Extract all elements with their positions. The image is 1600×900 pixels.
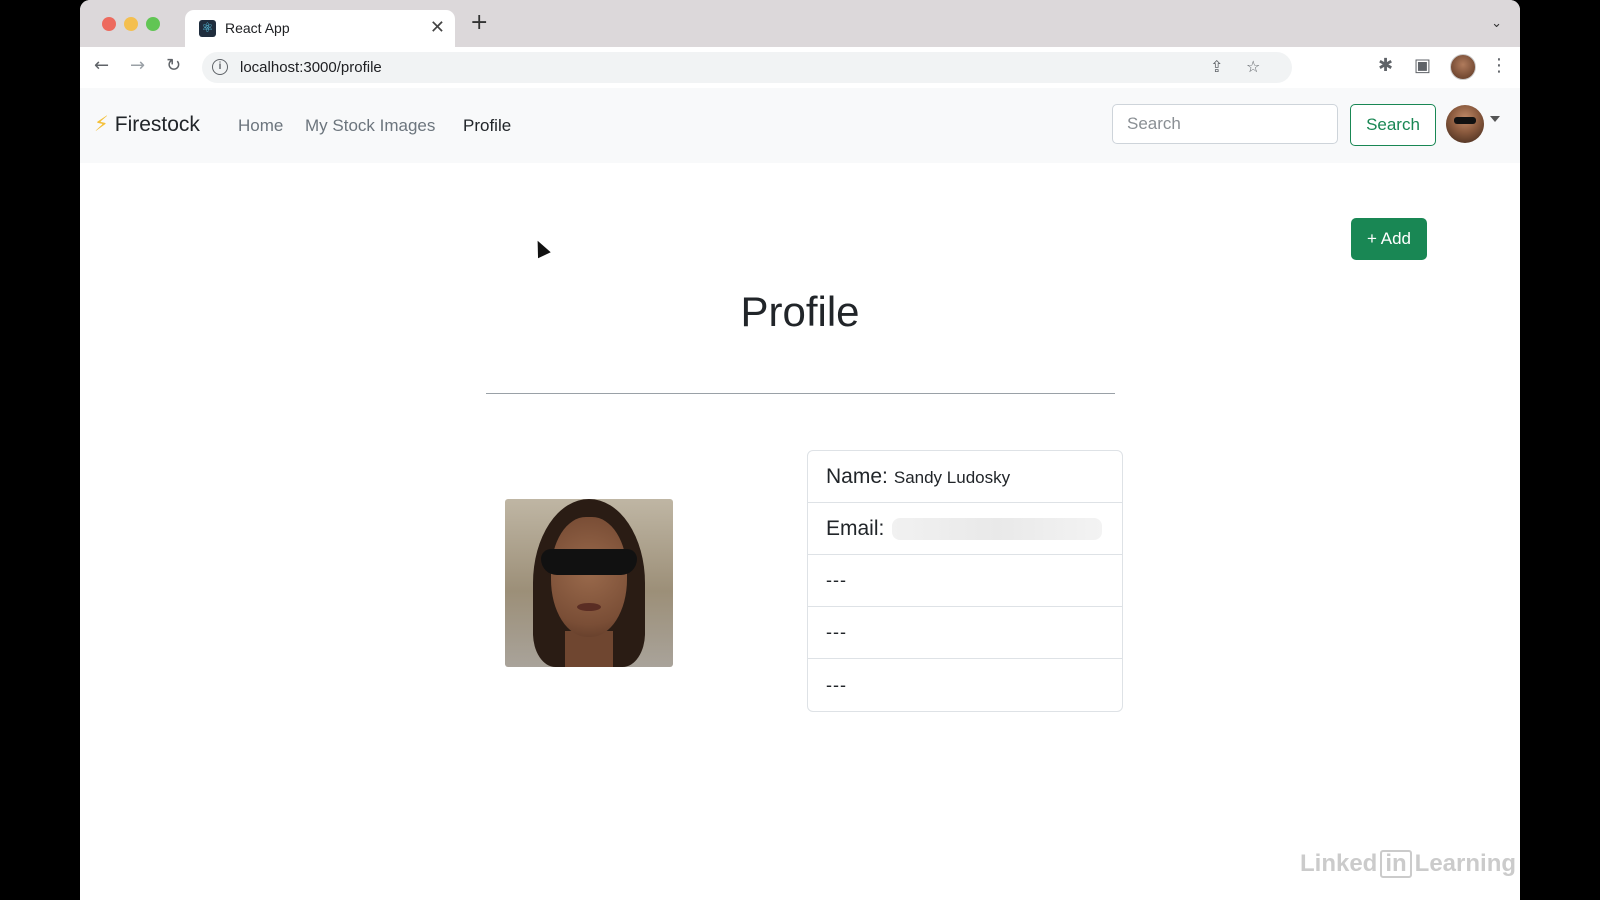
page-title: Profile [740,288,860,335]
browser-profile-avatar[interactable] [1450,54,1476,80]
profile-photo [505,499,673,667]
share-icon[interactable]: ⇪ [1210,57,1223,76]
lightning-icon: ⚡ [94,112,109,136]
info-icon[interactable]: i [212,59,228,75]
side-panel-icon[interactable]: ▣ [1414,55,1431,76]
close-window-button[interactable] [102,17,116,31]
user-avatar[interactable] [1446,105,1484,143]
forward-icon[interactable]: → [130,55,145,76]
list-item: --- [808,659,1122,711]
browser-tab[interactable]: ⚛ React App ✕ [185,10,455,47]
minimize-window-button[interactable] [124,17,138,31]
maximize-window-button[interactable] [146,17,160,31]
email-label: Email: [826,516,885,540]
mouse-cursor-icon [531,237,551,259]
placeholder-dashes: --- [826,570,847,590]
add-button[interactable]: + Add [1351,218,1427,260]
react-icon: ⚛ [199,20,216,37]
search-button[interactable]: Search [1350,104,1436,146]
browser-toolbar: ← → ↻ i localhost:3000/profile ⇪ ☆ ✱ ▣ ⋮ [80,47,1520,89]
tab-title: React App [225,20,290,36]
nav-link-my-stock-images[interactable]: My Stock Images [305,116,435,136]
search-input[interactable] [1112,104,1338,144]
profile-info-list: Name: Sandy Ludosky Email: --- --- --- [807,450,1123,712]
caret-down-icon[interactable] [1490,116,1500,122]
browser-window: ⚛ React App ✕ + ⌄ ← → ↻ i localhost:3000… [80,0,1520,900]
name-value: Sandy Ludosky [893,467,1011,487]
brand[interactable]: ⚡ Firestock [94,112,200,137]
email-value-blurred [892,517,1103,540]
nav-link-home[interactable]: Home [238,116,283,136]
url-text[interactable]: localhost:3000/profile [240,59,382,76]
chevron-down-icon[interactable]: ⌄ [1491,16,1502,31]
brand-name: Firestock [114,113,200,136]
placeholder-dashes: --- [826,622,847,642]
name-label: Name: [826,464,888,488]
reload-icon[interactable]: ↻ [166,55,181,76]
back-icon[interactable]: ← [94,55,109,76]
linkedin-learning-watermark: Linked in Learning [1300,850,1517,878]
extensions-icon[interactable]: ✱ [1378,55,1393,76]
new-tab-icon[interactable]: + [470,12,488,34]
list-item: --- [808,555,1122,607]
nav-link-profile[interactable]: Profile [463,116,511,136]
list-item: --- [808,607,1122,659]
close-icon[interactable]: ✕ [430,17,445,38]
list-item-email: Email: [808,503,1122,555]
app-navbar: ⚡ Firestock Home My Stock Images Profile … [80,88,1520,163]
placeholder-dashes: --- [826,674,847,695]
address-bar[interactable]: i localhost:3000/profile ⇪ ☆ [202,52,1292,83]
bookmark-star-icon[interactable]: ☆ [1246,57,1260,76]
divider [486,393,1115,394]
menu-icon[interactable]: ⋮ [1490,55,1508,76]
list-item-name: Name: Sandy Ludosky [808,451,1122,503]
tab-strip: ⚛ React App ✕ + ⌄ [80,0,1520,47]
